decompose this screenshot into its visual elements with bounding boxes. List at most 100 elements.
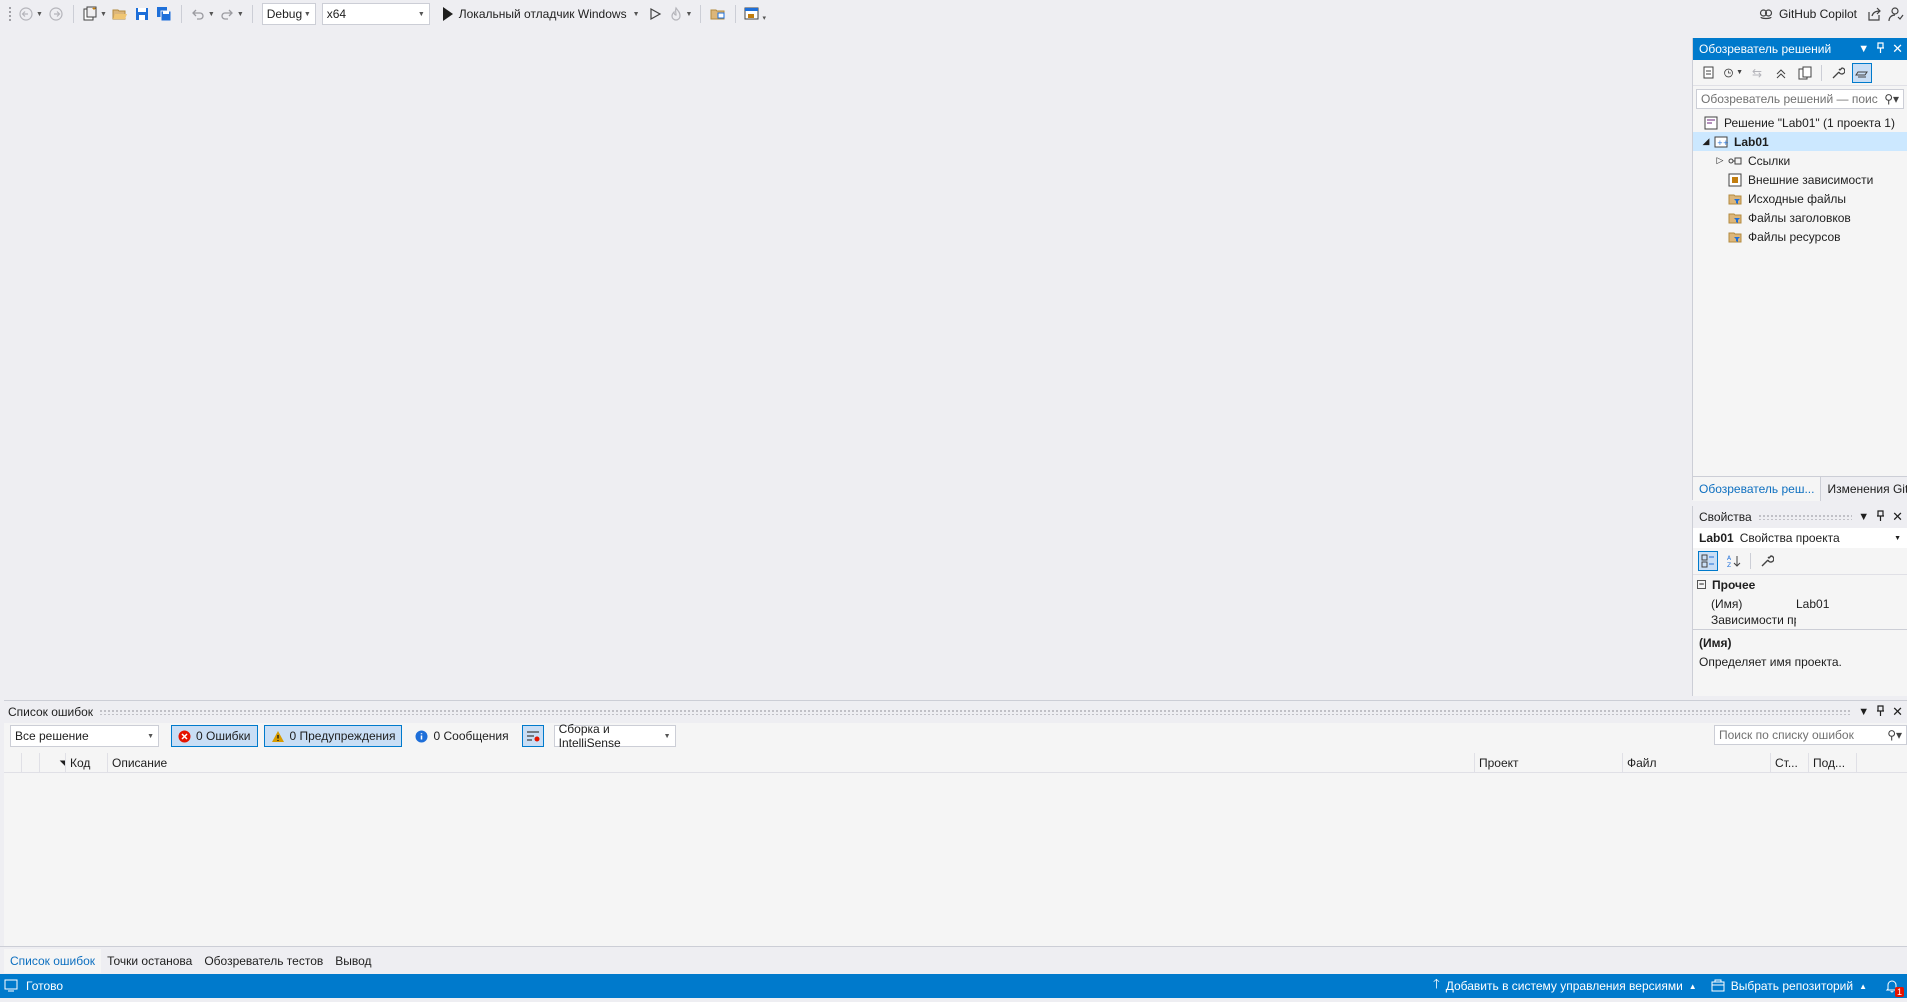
window-bottom-edge xyxy=(0,998,1907,1002)
filter-build-errors-button[interactable] xyxy=(521,725,544,747)
categorized-icon[interactable] xyxy=(1698,551,1718,571)
scope-select[interactable]: Все решение ▼ xyxy=(10,725,159,747)
window-layout-button[interactable]: ▾ xyxy=(744,3,766,25)
share-button[interactable] xyxy=(1865,3,1883,25)
browse-folder-button[interactable] xyxy=(709,3,727,25)
column-header-line[interactable]: Ст... xyxy=(1771,752,1809,773)
hot-reload-button[interactable]: ▼ xyxy=(668,3,692,25)
copilot-icon xyxy=(1759,9,1773,20)
column-header-description[interactable]: Описание xyxy=(108,752,1475,773)
close-icon[interactable]: ✕ xyxy=(1892,704,1903,720)
tree-item-references[interactable]: ▷ Ссылки xyxy=(1693,151,1907,170)
solution-explorer-panel: Обозреватель решений ▼ ✕ ▼ ⇆ Обозревател… xyxy=(1692,38,1907,501)
property-value[interactable]: Lab01 xyxy=(1796,597,1907,611)
new-project-button[interactable]: ▼ xyxy=(82,3,107,25)
tab-output[interactable]: Вывод xyxy=(329,949,377,973)
collapse-category-icon[interactable]: − xyxy=(1697,580,1706,589)
toolbar-grip[interactable] xyxy=(8,6,12,22)
window-position-dropdown-icon[interactable]: ▼ xyxy=(1858,511,1869,523)
save-button[interactable] xyxy=(133,3,151,25)
tab-solution-explorer[interactable]: Обозреватель реш... xyxy=(1693,476,1821,501)
show-all-files-icon[interactable] xyxy=(1795,63,1815,83)
solution-explorer-title-bar[interactable]: Обозреватель решений ▼ ✕ xyxy=(1693,38,1907,60)
save-icon xyxy=(135,8,148,20)
add-to-source-control-button[interactable]: 🡑 Добавить в систему управления версиями… xyxy=(1433,975,1697,997)
tree-item-resource-files[interactable]: Файлы ресурсов xyxy=(1693,227,1907,246)
chevron-down-icon: ▼ xyxy=(417,10,425,18)
solution-explorer-search-input[interactable]: Обозреватель решений — поис ⚲▾ xyxy=(1696,89,1904,109)
alphabetical-sort-icon[interactable]: AZ xyxy=(1724,551,1744,571)
column-header-code[interactable]: Код xyxy=(66,752,108,773)
close-icon[interactable]: ✕ xyxy=(1892,41,1903,57)
column-header-project[interactable]: Проект xyxy=(1475,752,1623,773)
tab-test-explorer[interactable]: Обозреватель тестов xyxy=(198,949,329,973)
solution-platform-select[interactable]: x64 ▼ xyxy=(321,3,430,25)
github-copilot-button[interactable]: GitHub Copilot xyxy=(1754,3,1861,25)
scope-value: Все решение xyxy=(15,729,89,743)
window-position-dropdown-icon[interactable]: ▼ xyxy=(1858,706,1869,718)
save-all-button[interactable] xyxy=(155,3,173,25)
properties-wrench-icon[interactable] xyxy=(1828,63,1848,83)
expand-arrow-icon[interactable]: ▷ xyxy=(1713,155,1727,166)
property-category[interactable]: − Прочее xyxy=(1693,575,1907,594)
select-repository-label: Выбрать репозиторий xyxy=(1730,979,1854,993)
toolbar-separator xyxy=(1821,64,1822,81)
window-position-dropdown-icon[interactable]: ▼ xyxy=(1858,43,1869,55)
chevron-down-icon: ▼ xyxy=(147,732,154,740)
tree-item-source-files[interactable]: Исходные файлы xyxy=(1693,189,1907,208)
pin-icon[interactable] xyxy=(1876,510,1885,524)
tree-item-project[interactable]: ◢ ++ Lab01 xyxy=(1693,132,1907,151)
source-select[interactable]: Сборка и IntelliSense ▼ xyxy=(553,722,676,750)
column-header-expand[interactable] xyxy=(4,752,22,773)
errors-label: 0 Ошибки xyxy=(196,729,251,743)
messages-filter-button[interactable]: 0 Сообщения xyxy=(408,725,515,747)
preview-selected-items-icon[interactable] xyxy=(1852,62,1872,83)
property-row[interactable]: Зависимости пр xyxy=(1693,613,1907,627)
window-layout-icon xyxy=(744,7,759,20)
warnings-filter-button[interactable]: 0 Предупреждения xyxy=(263,725,403,747)
tree-item-label: Исходные файлы xyxy=(1748,191,1847,206)
history-icon[interactable]: ▼ xyxy=(1723,63,1743,83)
start-without-debugging-button[interactable] xyxy=(646,3,664,25)
tree-item-solution[interactable]: Решение "Lab01" (1 проекта 1) xyxy=(1693,113,1907,132)
pin-icon[interactable] xyxy=(1876,42,1885,56)
start-debugging-button[interactable]: Локальный отладчик Windows ▼ xyxy=(439,3,644,25)
collapse-all-icon[interactable] xyxy=(1771,63,1791,83)
search-placeholder: Поиск по списку ошибок xyxy=(1719,728,1854,742)
column-header-suppression[interactable]: Под... xyxy=(1809,752,1857,773)
property-pages-wrench-icon[interactable] xyxy=(1757,551,1777,571)
property-description: (Имя) Определяет имя проекта. xyxy=(1693,629,1907,669)
tree-item-header-files[interactable]: Файлы заголовков xyxy=(1693,208,1907,227)
sync-icon[interactable]: ⇆ xyxy=(1747,63,1767,83)
column-header-sort-icon[interactable]: ◥ xyxy=(40,752,66,773)
notifications-button[interactable]: 1 xyxy=(1881,977,1904,997)
close-icon[interactable]: ✕ xyxy=(1892,509,1903,525)
pin-icon[interactable] xyxy=(1876,705,1885,719)
error-list-search-input[interactable]: Поиск по списку ошибок ⚲▾ xyxy=(1714,725,1907,745)
navigate-back-button[interactable]: ▼ xyxy=(18,3,43,25)
select-repository-button[interactable]: Выбрать репозиторий ▲ xyxy=(1711,979,1867,993)
tab-error-list[interactable]: Список ошибок xyxy=(4,948,102,973)
chevron-up-icon: ▲ xyxy=(1859,981,1867,991)
error-list-title-bar[interactable]: Список ошибок ▼ ✕ xyxy=(4,701,1907,723)
undo-button[interactable]: ▼ xyxy=(190,3,215,25)
tab-git-changes[interactable]: Изменения Git xyxy=(1820,476,1907,501)
tree-item-external-deps[interactable]: Внешние зависимости xyxy=(1693,170,1907,189)
tree-item-label: Ссылки xyxy=(1748,153,1791,168)
editor-area[interactable] xyxy=(0,28,1690,698)
properties-title-bar[interactable]: Свойства ▼ ✕ xyxy=(1693,506,1907,528)
properties-object-select[interactable]: Lab01 Свойства проекта ▼ xyxy=(1693,528,1907,548)
errors-filter-button[interactable]: 0 Ошибки xyxy=(171,725,258,747)
collapse-arrow-icon[interactable]: ◢ xyxy=(1699,136,1713,147)
solution-configuration-select[interactable]: Debug ▼ xyxy=(261,3,316,25)
tab-breakpoints[interactable]: Точки останова xyxy=(101,949,198,973)
open-file-button[interactable] xyxy=(111,3,129,25)
column-header-file[interactable]: Файл xyxy=(1623,752,1771,773)
share-icon xyxy=(1868,7,1881,21)
property-row[interactable]: (Имя) Lab01 xyxy=(1693,594,1907,613)
navigate-forward-button[interactable] xyxy=(47,3,65,25)
redo-button[interactable]: ▼ xyxy=(219,3,244,25)
live-share-button[interactable] xyxy=(1887,3,1905,25)
column-header-severity[interactable] xyxy=(22,752,40,773)
switch-views-icon[interactable] xyxy=(1699,63,1719,83)
